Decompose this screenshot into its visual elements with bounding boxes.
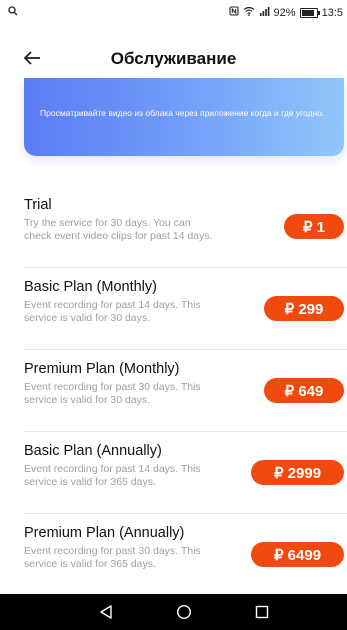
plan-list: Trial Try the service for 30 days. You c… xyxy=(0,186,347,595)
status-indicators: 92% 13:5 xyxy=(228,6,343,19)
plan-name: Premium Plan (Annually) xyxy=(24,525,185,541)
plan-item-trial[interactable]: Trial Try the service for 30 days. You c… xyxy=(24,186,347,268)
status-time: 13:5 xyxy=(321,6,343,19)
search-icon xyxy=(8,6,18,19)
plan-description: Event recording for past 14 days. This s… xyxy=(24,463,201,488)
buy-premium-annually-button[interactable]: ₽ 6499 xyxy=(251,542,344,567)
plan-item-basic-annually[interactable]: Basic Plan (Annually) Event recording fo… xyxy=(24,432,347,514)
plan-item-basic-monthly[interactable]: Basic Plan (Monthly) Event recording for… xyxy=(24,268,347,350)
plan-name: Trial xyxy=(24,197,52,213)
buy-premium-monthly-button[interactable]: ₽ 649 xyxy=(264,378,344,403)
battery-percent: 92% xyxy=(273,6,296,19)
nav-home-button[interactable] xyxy=(174,602,194,622)
status-bar: 92% 13:5 xyxy=(0,0,347,26)
plan-description: Event recording for past 14 days. This s… xyxy=(24,299,201,324)
buy-trial-button[interactable]: ₽ 1 xyxy=(284,214,344,239)
plan-name: Premium Plan (Monthly) xyxy=(24,361,180,377)
header: Обслуживание xyxy=(0,38,347,78)
plan-description: Event recording for past 30 days. This s… xyxy=(24,545,201,570)
plan-item-premium-annually[interactable]: Premium Plan (Annually) Event recording … xyxy=(24,514,347,595)
nav-back-button[interactable] xyxy=(96,602,116,622)
square-recents-icon xyxy=(255,605,269,619)
plan-description: Try the service for 30 days. You can che… xyxy=(24,217,213,242)
plan-description: Event recording for past 30 days. This s… xyxy=(24,381,201,406)
page-title: Обслуживание xyxy=(110,49,237,68)
wifi-icon xyxy=(243,6,255,19)
nfc-icon xyxy=(228,6,239,19)
plan-name: Basic Plan (Monthly) xyxy=(24,279,157,295)
circle-home-icon xyxy=(176,604,192,620)
navigation-bar xyxy=(0,594,347,630)
battery-icon xyxy=(299,7,320,18)
buy-basic-monthly-button[interactable]: ₽ 299 xyxy=(264,296,344,321)
plan-name: Basic Plan (Annually) xyxy=(24,443,162,459)
plan-item-premium-monthly[interactable]: Premium Plan (Monthly) Event recording f… xyxy=(24,350,347,432)
nav-recents-button[interactable] xyxy=(252,602,272,622)
buy-basic-annually-button[interactable]: ₽ 2999 xyxy=(251,460,344,485)
triangle-back-icon xyxy=(100,605,112,619)
promo-banner: Просматривайте видео из облака через при… xyxy=(24,78,344,156)
signal-icon xyxy=(259,6,270,19)
banner-text: Просматривайте видео из облака через при… xyxy=(40,108,325,118)
